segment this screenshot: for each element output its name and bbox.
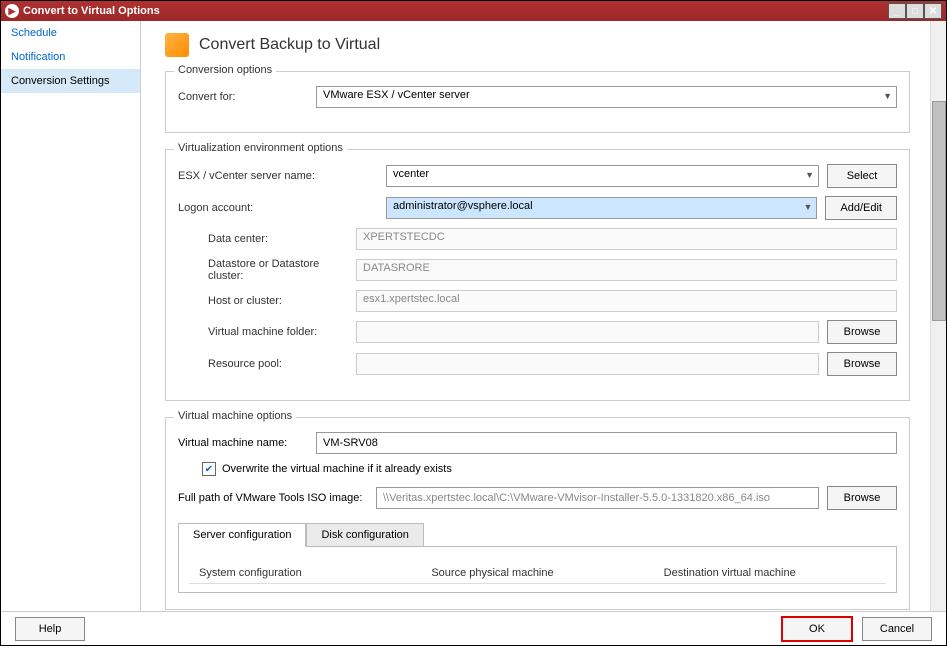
vertical-scrollbar[interactable] bbox=[930, 21, 946, 611]
dialog-footer: Help OK Cancel bbox=[1, 611, 946, 645]
server-name-label: ESX / vCenter server name: bbox=[178, 170, 378, 182]
maximize-button[interactable]: □ bbox=[906, 3, 924, 19]
sidebar-item-conversion-settings[interactable]: Conversion Settings bbox=[1, 69, 140, 93]
th-source-machine: Source physical machine bbox=[421, 567, 653, 579]
help-button[interactable]: Help bbox=[15, 617, 85, 641]
server-name-select[interactable]: vcenter ▼ bbox=[386, 165, 819, 187]
window-title: Convert to Virtual Options bbox=[23, 5, 160, 17]
datacenter-label: Data center: bbox=[178, 233, 348, 245]
datastore-label: Datastore or Datastore cluster: bbox=[178, 258, 348, 282]
datacenter-field: XPERTSTECDC bbox=[356, 228, 897, 250]
titlebar: ▶ Convert to Virtual Options _ □ ✕ bbox=[1, 1, 946, 21]
conversion-options-legend: Conversion options bbox=[174, 64, 276, 76]
iso-path-input[interactable] bbox=[376, 487, 819, 509]
sidebar-item-notification[interactable]: Notification bbox=[1, 45, 140, 69]
ok-button[interactable]: OK bbox=[782, 617, 852, 641]
virt-env-group: Virtualization environment options ESX /… bbox=[165, 149, 910, 401]
th-system-config: System configuration bbox=[189, 567, 421, 579]
minimize-button[interactable]: _ bbox=[888, 3, 906, 19]
page-title: Convert Backup to Virtual bbox=[199, 36, 380, 54]
vm-options-legend: Virtual machine options bbox=[174, 410, 296, 422]
server-name-value: vcenter bbox=[393, 168, 429, 180]
scroll-thumb[interactable] bbox=[932, 101, 946, 321]
iso-browse-button[interactable]: Browse bbox=[827, 486, 897, 510]
page-header: Convert Backup to Virtual bbox=[165, 33, 910, 57]
tab-disk-config[interactable]: Disk configuration bbox=[306, 523, 423, 547]
vmfolder-label: Virtual machine folder: bbox=[178, 326, 348, 338]
dialog-window: ▶ Convert to Virtual Options _ □ ✕ Sched… bbox=[0, 0, 947, 646]
vmfolder-browse-button[interactable]: Browse bbox=[827, 320, 897, 344]
respool-label: Resource pool: bbox=[178, 358, 348, 370]
iso-path-label: Full path of VMware Tools ISO image: bbox=[178, 492, 368, 504]
dialog-body: Schedule Notification Conversion Setting… bbox=[1, 21, 946, 645]
logon-account-select[interactable]: administrator@vsphere.local ▼ bbox=[386, 197, 817, 219]
convert-for-label: Convert for: bbox=[178, 91, 308, 103]
convert-for-select[interactable]: VMware ESX / vCenter server ▼ bbox=[316, 86, 897, 108]
vmname-label: Virtual machine name: bbox=[178, 437, 308, 449]
vmname-input[interactable] bbox=[316, 432, 897, 454]
config-table-header: System configuration Source physical mac… bbox=[189, 563, 886, 584]
select-server-button[interactable]: Select bbox=[827, 164, 897, 188]
th-dest-machine: Destination virtual machine bbox=[654, 567, 886, 579]
window-controls: _ □ ✕ bbox=[888, 3, 942, 19]
logon-account-value: administrator@vsphere.local bbox=[393, 200, 533, 212]
close-button[interactable]: ✕ bbox=[924, 3, 942, 19]
config-tabs: Server configuration Disk configuration bbox=[178, 522, 897, 547]
overwrite-checkbox[interactable]: ✔ bbox=[202, 462, 216, 476]
logon-account-label: Logon account: bbox=[178, 202, 378, 214]
respool-browse-button[interactable]: Browse bbox=[827, 352, 897, 376]
conversion-options-group: Conversion options Convert for: VMware E… bbox=[165, 71, 910, 133]
virt-env-legend: Virtualization environment options bbox=[174, 142, 347, 154]
main-panel: Convert Backup to Virtual Conversion opt… bbox=[141, 21, 946, 645]
backup-to-virtual-icon bbox=[165, 33, 189, 57]
app-icon: ▶ bbox=[5, 4, 19, 18]
chevron-down-icon: ▼ bbox=[883, 91, 892, 101]
sidebar-item-schedule[interactable]: Schedule bbox=[1, 21, 140, 45]
vm-options-group: Virtual machine options Virtual machine … bbox=[165, 417, 910, 610]
vmfolder-field bbox=[356, 321, 819, 343]
overwrite-label: Overwrite the virtual machine if it alre… bbox=[222, 463, 452, 475]
chevron-down-icon: ▼ bbox=[803, 202, 812, 212]
sidebar: Schedule Notification Conversion Setting… bbox=[1, 21, 141, 645]
convert-for-value: VMware ESX / vCenter server bbox=[323, 89, 470, 101]
datastore-field: DATASRORE bbox=[356, 259, 897, 281]
host-field: esx1.xpertstec.local bbox=[356, 290, 897, 312]
add-edit-account-button[interactable]: Add/Edit bbox=[825, 196, 897, 220]
tab-server-config[interactable]: Server configuration bbox=[178, 523, 306, 547]
respool-field bbox=[356, 353, 819, 375]
tab-content: System configuration Source physical mac… bbox=[178, 547, 897, 593]
cancel-button[interactable]: Cancel bbox=[862, 617, 932, 641]
chevron-down-icon: ▼ bbox=[805, 170, 814, 180]
host-label: Host or cluster: bbox=[178, 295, 348, 307]
